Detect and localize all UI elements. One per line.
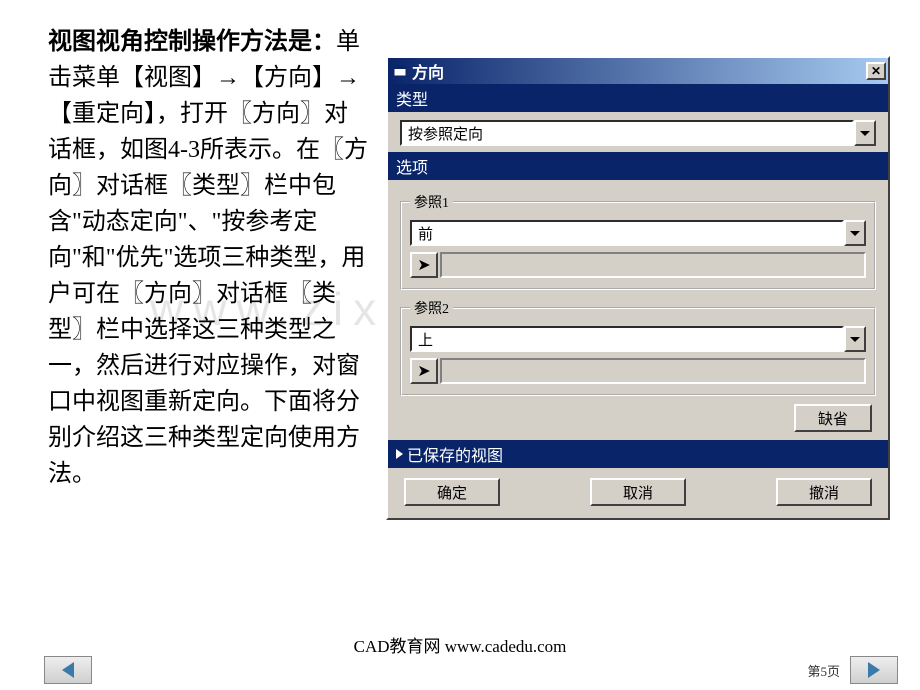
instruction-text: 视图视角控制操作方法是：单击菜单【视图】→【方向】→【重定向】，打开〖方向〗对话… xyxy=(48,24,368,492)
ok-button[interactable]: 确定 xyxy=(404,478,500,506)
reference1-combo-dropdown[interactable] xyxy=(844,220,866,246)
cursor-icon: ➤ xyxy=(417,255,430,275)
close-button[interactable]: ✕ xyxy=(866,62,886,80)
reference1-combo[interactable]: 前 xyxy=(410,220,866,246)
reference2-pick-field xyxy=(440,358,866,384)
reference1-pick-button[interactable]: ➤ xyxy=(410,252,438,278)
reference1-combo-value: 前 xyxy=(410,220,844,246)
type-section-label: 类型 xyxy=(388,84,888,112)
reference2-label: 参照2 xyxy=(410,298,453,318)
chevron-down-icon xyxy=(850,337,860,342)
footer-credit: CAD教育网 www.cadedu.com xyxy=(0,632,920,657)
chevron-down-icon xyxy=(860,131,870,136)
next-slide-button[interactable] xyxy=(850,656,898,684)
orientation-dialog: 方向 ✕ 类型 按参照定向 选项 参照1 前 ➤ xyxy=(386,56,890,520)
prev-slide-button[interactable] xyxy=(44,656,92,684)
reference2-combo-dropdown[interactable] xyxy=(844,326,866,352)
reference1-group: 参照1 前 ➤ xyxy=(400,192,876,290)
dialog-titlebar: 方向 ✕ xyxy=(388,58,888,84)
chevron-down-icon xyxy=(850,231,860,236)
undo-button[interactable]: 撤消 xyxy=(776,478,872,506)
expand-icon xyxy=(396,449,403,459)
dialog-title: 方向 xyxy=(412,59,866,83)
type-combo-value: 按参照定向 xyxy=(400,120,854,146)
triangle-left-icon xyxy=(62,662,74,678)
reference2-group: 参照2 上 ➤ xyxy=(400,298,876,396)
reference2-combo-value: 上 xyxy=(410,326,844,352)
cursor-icon: ➤ xyxy=(417,361,430,381)
type-combo-dropdown[interactable] xyxy=(854,120,876,146)
cancel-button[interactable]: 取消 xyxy=(590,478,686,506)
saved-views-label: 已保存的视图 xyxy=(407,442,503,466)
default-button[interactable]: 缺省 xyxy=(794,404,872,432)
triangle-right-icon xyxy=(868,662,880,678)
reference1-pick-field xyxy=(440,252,866,278)
page-number: 第5页 xyxy=(807,661,840,680)
instruction-title: 视图视角控制操作方法是： xyxy=(48,29,336,55)
reference2-combo[interactable]: 上 xyxy=(410,326,866,352)
saved-views-section[interactable]: 已保存的视图 xyxy=(388,440,888,468)
instruction-body: 单击菜单【视图】→【方向】→【重定向】，打开〖方向〗对话框，如图4-3所表示。在… xyxy=(48,29,368,487)
app-icon xyxy=(392,63,408,79)
reference1-label: 参照1 xyxy=(410,192,453,212)
options-section-label: 选项 xyxy=(388,152,888,180)
reference2-pick-button[interactable]: ➤ xyxy=(410,358,438,384)
close-icon: ✕ xyxy=(871,65,881,77)
type-combo[interactable]: 按参照定向 xyxy=(400,120,876,146)
